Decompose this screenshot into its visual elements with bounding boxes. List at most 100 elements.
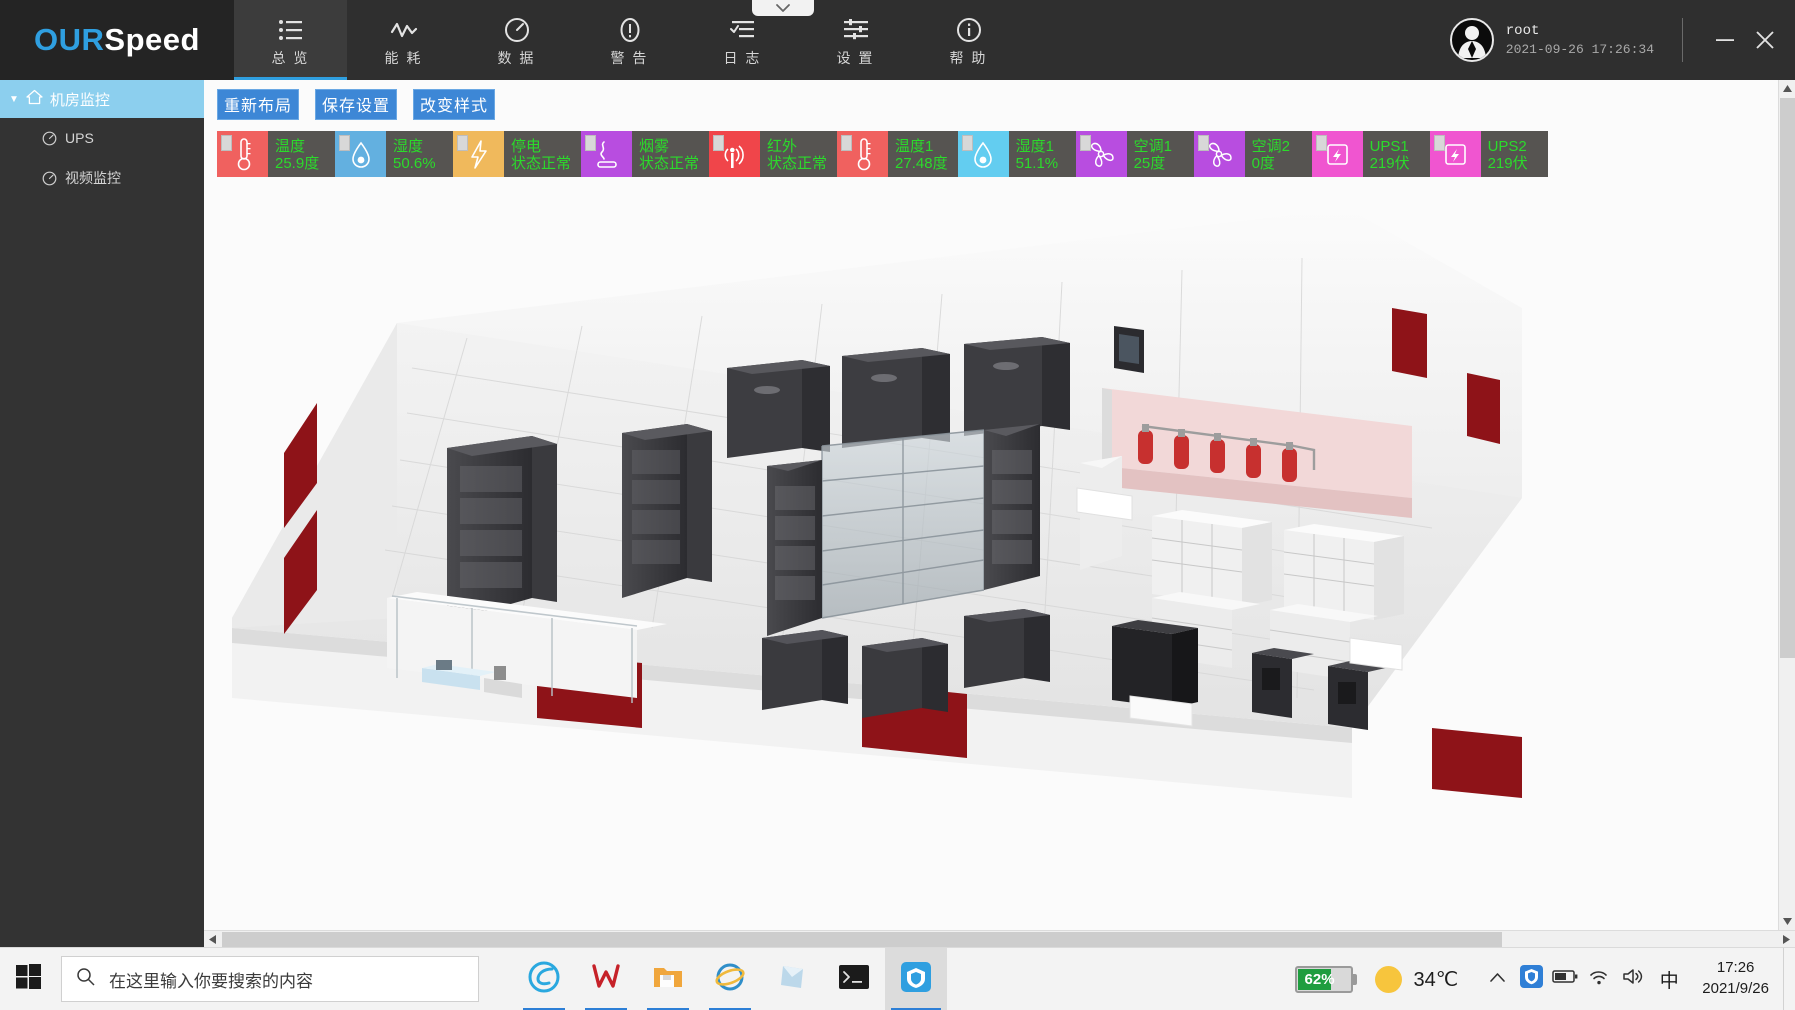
badge-value: 50.6%	[393, 156, 443, 173]
tray-security-button[interactable]	[1514, 948, 1548, 1010]
weather-widget[interactable]: 34℃	[1375, 966, 1459, 993]
home-icon	[26, 89, 43, 109]
gauge-icon	[42, 131, 57, 146]
drag-handle[interactable]	[1316, 135, 1327, 151]
nav-item-alarm[interactable]: 警 告	[573, 0, 686, 80]
taskbar-app-internet-explorer[interactable]	[699, 948, 761, 1010]
drag-handle[interactable]	[339, 135, 350, 151]
drag-handle[interactable]	[841, 135, 852, 151]
user-profile[interactable]: root 2021-09-26 17:26:34	[1450, 18, 1654, 62]
badge-name: 湿度	[393, 139, 443, 156]
sensor-badge-ups-1[interactable]: UPS1 219伏	[1312, 131, 1430, 177]
taskbar-app-terminal[interactable]	[823, 948, 885, 1010]
sensor-badge-power-outage[interactable]: 停电 状态正常	[453, 131, 581, 177]
drag-handle[interactable]	[1198, 135, 1209, 151]
drag-handle[interactable]	[713, 135, 724, 151]
badge-value: 51.1%	[1016, 156, 1066, 173]
avatar	[1450, 18, 1494, 62]
sensor-badge-aircon-1[interactable]: 空调1 25度	[1076, 131, 1194, 177]
show-desktop-button[interactable]	[1783, 948, 1795, 1010]
nav-item-overview[interactable]: 总 览	[234, 0, 347, 80]
sidebar-group-label: 机房监控	[50, 89, 110, 110]
sensor-badge-temperature[interactable]: 温度 25.9度	[217, 131, 335, 177]
nav-item-help[interactable]: 帮 助	[912, 0, 1025, 80]
collapse-header-button[interactable]	[752, 0, 814, 16]
drag-handle[interactable]	[221, 135, 232, 151]
nav-item-settings[interactable]: 设 置	[799, 0, 912, 80]
scroll-left-button[interactable]	[204, 931, 221, 947]
sensor-badge-infrared[interactable]: 红外 状态正常	[709, 131, 837, 177]
taskbar-app-wps[interactable]	[575, 948, 637, 1010]
nav-item-energy[interactable]: 能 耗	[347, 0, 460, 80]
taskbar-app-list	[513, 948, 947, 1010]
taskbar-app-mail[interactable]	[761, 948, 823, 1010]
horizontal-scroll-thumb[interactable]	[222, 932, 1502, 947]
close-icon	[1754, 29, 1776, 51]
scroll-down-button[interactable]	[1779, 913, 1795, 930]
sidebar-group-room-monitoring[interactable]: ▼ 机房监控	[0, 80, 204, 118]
application-window: OURSpeed 总 览	[0, 0, 1795, 947]
sidebar-item-video-monitoring[interactable]: 视频监控	[0, 158, 204, 198]
user-datetime: 2021-09-26 17:26:34	[1506, 42, 1654, 57]
drag-handle[interactable]	[1434, 135, 1445, 151]
badge-name: 停电	[511, 139, 571, 156]
system-tray: 62% 34℃	[1295, 948, 1795, 1010]
app-header: OURSpeed 总 览	[0, 0, 1795, 80]
nav-label-overview: 总 览	[272, 48, 310, 68]
app-logo: OURSpeed	[0, 0, 234, 80]
sidebar-item-ups[interactable]: UPS	[0, 118, 204, 158]
drag-handle[interactable]	[585, 135, 596, 151]
sun-icon	[1375, 966, 1402, 993]
change-style-button[interactable]: 改变样式	[413, 89, 495, 120]
search-icon	[76, 967, 95, 991]
taskbar-app-browser-2345[interactable]	[513, 948, 575, 1010]
tray-battery-button[interactable]	[1548, 948, 1582, 1010]
droplet-icon	[335, 131, 386, 177]
sensor-badge-ups-2[interactable]: UPS2 219伏	[1430, 131, 1548, 177]
badge-name: 温度	[275, 139, 325, 156]
taskbar-app-file-explorer[interactable]	[637, 948, 699, 1010]
main-navigation: 总 览 能 耗 数 据	[234, 0, 1025, 80]
sensor-badge-aircon-2[interactable]: 空调2 0度	[1194, 131, 1312, 177]
nav-label-alarm: 警 告	[611, 48, 649, 68]
start-button[interactable]	[0, 948, 58, 1010]
save-settings-button[interactable]: 保存设置	[315, 89, 397, 120]
sensor-badge-humidity[interactable]: 湿度 50.6%	[335, 131, 453, 177]
scroll-up-button[interactable]	[1779, 80, 1795, 97]
vertical-scrollbar[interactable]	[1778, 80, 1795, 930]
nav-item-data[interactable]: 数 据	[460, 0, 573, 80]
horizontal-scrollbar[interactable]	[204, 930, 1795, 947]
clock-widget[interactable]: 17:26 2021/9/26	[1688, 958, 1783, 999]
list-icon	[278, 17, 304, 43]
ime-indicator[interactable]: 中	[1650, 966, 1688, 993]
tray-network-button[interactable]	[1582, 948, 1616, 1010]
badge-value: 状态正常	[511, 156, 571, 173]
drag-handle[interactable]	[457, 135, 468, 151]
sensor-badge-smoke[interactable]: 烟雾 状态正常	[581, 131, 709, 177]
drag-handle[interactable]	[962, 135, 973, 151]
minimize-button[interactable]	[1705, 15, 1745, 65]
taskbar-app-monitor[interactable]	[885, 948, 947, 1010]
relayout-button[interactable]: 重新布局	[217, 89, 299, 120]
badge-name: 空调1	[1134, 139, 1184, 156]
badge-name: UPS2	[1488, 139, 1538, 156]
search-input[interactable]: 在这里输入你要搜索的内容	[61, 956, 479, 1002]
temperature-label: 34℃	[1414, 967, 1459, 992]
tray-volume-button[interactable]	[1616, 948, 1650, 1010]
close-button[interactable]	[1745, 15, 1785, 65]
sidebar-item-label-ups: UPS	[65, 130, 94, 146]
logo-our: OUR	[34, 22, 104, 58]
sensor-badge-humidity-1[interactable]: 湿度1 51.1%	[958, 131, 1076, 177]
badge-text-block: 空调1 25度	[1127, 131, 1194, 177]
scroll-right-button[interactable]	[1778, 931, 1795, 947]
tray-expand-button[interactable]	[1480, 948, 1514, 1010]
vertical-scroll-thumb[interactable]	[1780, 98, 1795, 658]
battery-status-indicator[interactable]: 62%	[1295, 966, 1357, 993]
server-room-3d-view[interactable]	[204, 180, 1795, 930]
sensor-badge-temperature-1[interactable]: 温度1 27.48度	[837, 131, 958, 177]
log-icon	[730, 17, 756, 43]
monitor-app-icon	[899, 960, 933, 999]
battery-percent-label: 62%	[1297, 971, 1351, 988]
badge-name: 温度1	[895, 139, 948, 156]
drag-handle[interactable]	[1080, 135, 1091, 151]
